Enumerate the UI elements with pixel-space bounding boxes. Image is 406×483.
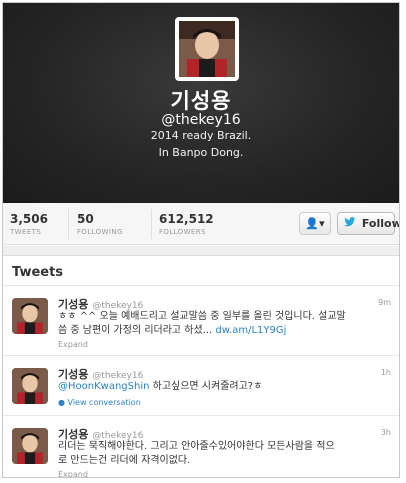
- tweet-item[interactable]: 기성용 @thekey16 3h 리더는 묵직해야한다. 그리고 안아줄수있어야한…: [3, 415, 399, 477]
- stat-tweets[interactable]: 3,506 TWEETS: [10, 212, 48, 238]
- user-actions-button[interactable]: 👤▾: [299, 212, 331, 235]
- tweet-text-line: 로 만드는건 리더에 자격이없다.: [58, 455, 191, 466]
- tweet-text-line: ㅎㅎ ^^ 오늘 예배드리고 설교말씀 중 일부를 올린 것입니다. 설교말: [58, 311, 346, 322]
- tweet-avatar[interactable]: [12, 428, 48, 464]
- profile-bio: 2014 ready Brazil.: [150, 129, 252, 142]
- profile-avatar[interactable]: [175, 17, 239, 81]
- stat-following-value: 50: [77, 212, 94, 226]
- stat-tweets-value: 3,506: [10, 212, 48, 226]
- follow-button[interactable]: Follow: [337, 212, 399, 235]
- tweet-text: ㅎㅎ ^^ 오늘 예배드리고 설교말씀 중 일부를 올린 것입니다. 설교말 씀…: [58, 310, 388, 338]
- stat-following[interactable]: 50 FOLLOWING: [77, 212, 123, 238]
- tweet-expand-link[interactable]: Expand: [58, 340, 88, 349]
- tweet-expand-link[interactable]: Expand: [58, 470, 88, 477]
- section-divider: [3, 246, 399, 256]
- stat-divider: [151, 209, 152, 239]
- tweet-timestamp[interactable]: 9m: [378, 298, 391, 307]
- profile-header: 기성용 @thekey16 2014 ready Brazil. In Banp…: [3, 3, 399, 203]
- stat-tweets-label: TWEETS: [10, 228, 42, 236]
- twitter-bird-icon: [344, 217, 360, 230]
- tweet-item[interactable]: 기성용 @thekey16 1h @HoonKwangShin 하고싶으면 시켜줄…: [3, 355, 399, 415]
- tweet-link[interactable]: dw.am/L1Y9Gj: [215, 325, 286, 336]
- tweet-text: @HoonKwangShin 하고싶으면 시켜줄려고?ㅎ: [58, 380, 388, 394]
- tweet-timestamp[interactable]: 3h: [381, 428, 391, 437]
- profile-location: In Banpo Dong.: [158, 146, 244, 159]
- tweet-text-segment: 씀 중 남편이 가정의 리더라고 하셨...: [58, 325, 216, 336]
- profile-page: 기성용 @thekey16 2014 ready Brazil. In Banp…: [2, 2, 400, 478]
- tweet-avatar[interactable]: [12, 368, 48, 404]
- tweets-heading: Tweets: [12, 265, 64, 280]
- view-conversation-link[interactable]: ● View conversation: [58, 398, 141, 407]
- conversation-icon: ●: [58, 398, 65, 407]
- tweet-item[interactable]: 기성용 @thekey16 9m ㅎㅎ ^^ 오늘 예배드리고 설교말씀 중 일부…: [3, 285, 399, 355]
- stat-followers-label: FOLLOWERS: [159, 228, 206, 236]
- tweet-text: 리더는 묵직해야한다. 그리고 안아줄수있어야한다 모든사람을 적으 로 만드는…: [58, 440, 388, 468]
- tweet-mention[interactable]: @HoonKwangShin: [58, 381, 149, 392]
- profile-name: 기성용: [170, 89, 232, 113]
- stat-divider: [68, 209, 69, 239]
- user-actions-icon: 👤▾: [305, 217, 325, 230]
- tweet-avatar[interactable]: [12, 298, 48, 334]
- tweet-text-segment: 하고싶으면 시켜줄려고?ㅎ: [149, 381, 263, 392]
- stat-followers[interactable]: 612,512 FOLLOWERS: [159, 212, 214, 238]
- profile-handle[interactable]: @thekey16: [3, 112, 399, 128]
- stat-followers-value: 612,512: [159, 212, 214, 226]
- view-conversation-label: View conversation: [67, 398, 141, 407]
- follow-label: Follow: [361, 217, 400, 230]
- tweet-timestamp[interactable]: 1h: [381, 368, 391, 377]
- stat-following-label: FOLLOWING: [77, 228, 123, 236]
- tweet-text-line: 씀 중 남편이 가정의 리더라고 하셨... dw.am/L1Y9Gj: [58, 324, 388, 338]
- tweet-text-line: 리더는 묵직해야한다. 그리고 안아줄수있어야한다 모든사람을 적으: [58, 441, 335, 452]
